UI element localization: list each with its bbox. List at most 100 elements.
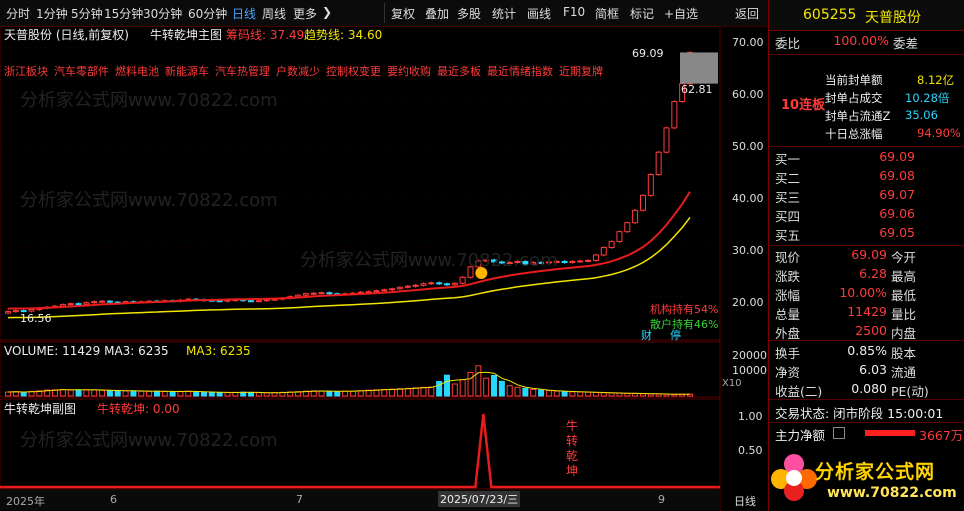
y-axis-label: 30.00 <box>732 244 764 257</box>
concept-tag[interactable]: 控制权变更 <box>326 65 381 78</box>
volume-bar <box>208 391 215 397</box>
candle <box>647 174 654 196</box>
chart-area[interactable]: 分析家公式网www.70822.com 分析家公式网www.70822.com … <box>0 26 768 511</box>
bid-row[interactable]: 买五 69.05 <box>769 225 964 243</box>
bid-price: 69.05 <box>879 225 915 240</box>
quote-value: 69.09 <box>851 247 887 262</box>
toolbar-item-duogu[interactable]: 多股 <box>457 5 481 22</box>
concept-tag[interactable]: 最近情绪指数 <box>487 65 553 78</box>
candle <box>28 309 35 312</box>
low-price-label: 16.56 <box>20 312 52 325</box>
bid-price: 69.08 <box>879 168 915 183</box>
stock-name: 天普股份 <box>865 10 921 26</box>
volume-bar <box>443 374 450 397</box>
concept-tag[interactable]: 要约收购 <box>387 65 431 78</box>
logo-url: www.70822.com <box>827 485 957 501</box>
toolbar-item-60min[interactable]: 60分钟 <box>188 5 227 22</box>
concept-tag[interactable]: 近期复牌 <box>559 65 603 78</box>
volume-bar <box>632 393 639 397</box>
toolbar-item-f10[interactable]: F10 <box>563 5 585 19</box>
candle <box>106 300 113 303</box>
quote-panel: 605255 天普股份 委比 100.00% 委差 10连板 当前封单额 8.1… <box>768 0 964 511</box>
volume-bar <box>83 389 90 397</box>
volume-bar <box>624 392 631 397</box>
candle <box>608 241 615 249</box>
stock-code: 605255 <box>803 7 857 23</box>
candle <box>412 284 419 287</box>
period-button[interactable]: 日线 <box>734 493 756 509</box>
volume-bar <box>122 390 129 397</box>
toolbar-item-fenshi[interactable]: 分时 <box>6 5 30 22</box>
toolbar-item-diejia[interactable]: 叠加 <box>425 5 449 22</box>
ting-marker[interactable]: 停 <box>670 327 681 343</box>
volume-bar <box>349 390 356 397</box>
toolbar-item-huaxian[interactable]: 画线 <box>527 5 551 22</box>
chart-title: 天普股份 (日线,前复权) <box>4 28 129 42</box>
toolbar-item-jiankuang[interactable]: 简框 <box>595 5 619 22</box>
toolbar-item-1min[interactable]: 1分钟 <box>36 5 68 22</box>
volume-bar <box>420 386 427 397</box>
volume-bar <box>436 381 443 397</box>
volume-bar <box>491 375 498 397</box>
candle <box>389 288 396 291</box>
toolbar-item-tongji[interactable]: 统计 <box>492 5 516 22</box>
volume-bar <box>106 390 113 397</box>
toolbar-item-30min[interactable]: 30分钟 <box>143 5 182 22</box>
retail-label: 散户持有46% <box>650 318 719 331</box>
quote-label: 涨跌 <box>775 269 801 284</box>
bid-row[interactable]: 买三 69.07 <box>769 187 964 205</box>
quote-header: 605255 天普股份 <box>769 0 964 31</box>
concept-tag[interactable]: 汽车零部件 <box>54 65 109 78</box>
volume-bar <box>585 391 592 397</box>
list-icon[interactable] <box>833 427 845 439</box>
toolbar-item-back[interactable]: 返回 <box>735 5 759 22</box>
toolbar-item-biaoji[interactable]: 标记 <box>630 5 654 22</box>
y-axis-label: 50.00 <box>732 140 764 153</box>
volume-bar <box>99 389 106 397</box>
concept-tag[interactable]: 新能源车 <box>165 65 209 78</box>
quote-row: 涨幅 10.00% 最低 <box>769 285 964 303</box>
toolbar-item-add-watchlist[interactable]: +自选 <box>664 5 698 22</box>
toolbar-item-15min[interactable]: 15分钟 <box>104 5 143 22</box>
flower-logo-icon <box>771 454 817 501</box>
chevron-right-icon[interactable]: ❯ <box>322 5 332 19</box>
quote-label: 涨幅 <box>775 288 801 303</box>
quote-label: 净资 <box>775 365 801 380</box>
concept-tag[interactable]: 户数减少 <box>276 65 320 78</box>
bid-row[interactable]: 买二 69.08 <box>769 168 964 186</box>
toolbar-item-5min[interactable]: 5分钟 <box>71 5 103 22</box>
bid-row[interactable]: 买一 69.09 <box>769 149 964 167</box>
toolbar-divider <box>384 3 385 23</box>
y-axis-label: 60.00 <box>732 88 764 101</box>
quote-value: 10.00% <box>839 285 887 300</box>
toolbar-item-daily[interactable]: 日线 <box>232 5 256 22</box>
quote-label-2: 最高 <box>891 269 917 284</box>
toolbar-item-more[interactable]: 更多 <box>293 5 317 22</box>
volume-bar <box>522 387 529 397</box>
concept-tag[interactable]: 浙江板块 <box>4 65 48 78</box>
concept-tag[interactable]: 汽车热管理 <box>215 65 270 78</box>
volume-bar <box>146 390 153 397</box>
candle <box>624 222 631 233</box>
toolbar-item-weekly[interactable]: 周线 <box>262 5 286 22</box>
candle <box>451 282 458 286</box>
candle <box>428 282 435 285</box>
concept-tag[interactable]: 最近多板 <box>437 65 481 78</box>
candle <box>216 300 223 303</box>
volume-bar <box>91 389 98 397</box>
quote-row: 现价 69.09 今开 <box>769 247 964 265</box>
candle <box>91 301 98 304</box>
candle <box>663 127 670 153</box>
watermark: 分析家公式网www.70822.com <box>20 190 278 211</box>
bid-row[interactable]: 买四 69.06 <box>769 206 964 224</box>
high-price-label: 69.09 <box>632 47 664 60</box>
volume-bar <box>248 392 255 397</box>
volume-bar <box>389 388 396 397</box>
candle <box>600 247 607 256</box>
concept-tag[interactable]: 燃料电池 <box>115 65 159 78</box>
cai-marker[interactable]: 财 <box>641 327 652 343</box>
candle <box>5 311 11 314</box>
candle <box>569 260 576 263</box>
candle <box>616 231 623 243</box>
toolbar-item-fuquan[interactable]: 复权 <box>391 5 415 22</box>
